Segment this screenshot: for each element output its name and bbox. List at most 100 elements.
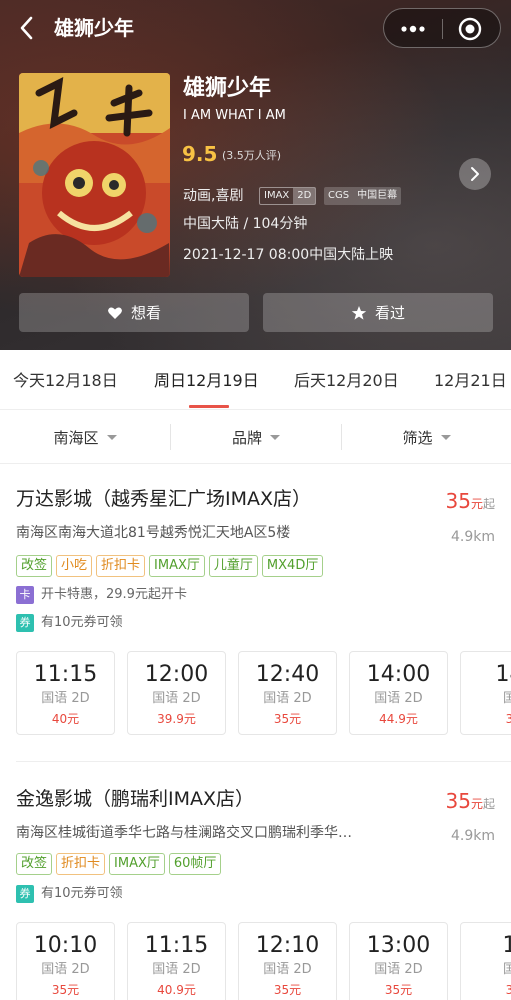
want-to-watch-button[interactable]: 想看 [19, 293, 249, 332]
tab-day-after[interactable]: 后天12月20日 [294, 370, 399, 392]
imax-2d-tag: IMAX 2D [259, 187, 317, 205]
back-button[interactable] [14, 14, 42, 42]
more-filter[interactable]: 筛选 [342, 411, 511, 464]
caret-down-icon [270, 435, 280, 440]
feature-tag: 儿童厅 [208, 555, 258, 577]
cinema-price: 35元起 [446, 788, 495, 814]
show-time: 1 [502, 933, 511, 958]
imax-label: IMAX [264, 190, 290, 201]
feature-tag: 小吃 [56, 555, 93, 577]
date-tabs: 今天12月18日 周日12月19日 后天12月20日 12月21日 [0, 350, 511, 410]
feature-tag: 折扣卡 [96, 555, 146, 577]
more-dots-icon[interactable] [398, 19, 428, 39]
show-lang: 国语 2D [263, 962, 312, 977]
showtime-card[interactable]: 14 国 3 [460, 651, 511, 735]
cinema-card[interactable]: 金逸影城（鹏瑞利IMAX店） 35元起 南海区桂城街道季华七路与桂澜路交叉口鹏瑞… [0, 764, 511, 1000]
show-lang: 国语 2D [152, 691, 201, 706]
showtime-card[interactable]: 11:15 国语 2D 40.9元 [127, 922, 226, 1000]
show-lang: 国 [502, 962, 511, 977]
coupon-promo-text: 有10元券可领 [41, 615, 123, 630]
feature-tag: MX4D厅 [261, 555, 324, 577]
feature-tag: IMAX厅 [149, 555, 205, 577]
seen-label: 看过 [374, 304, 405, 322]
show-lang: 国语 2D [374, 691, 423, 706]
card-badge: 卡 [16, 586, 34, 604]
tab-dec-21[interactable]: 12月21日 [434, 370, 507, 392]
release-date: 2021-12-17 08:00中国大陆上映 [183, 247, 394, 263]
chevron-right-icon [471, 167, 479, 181]
movie-title: 雄狮少年 [183, 76, 272, 101]
feature-tag: 60帧厅 [168, 853, 222, 875]
movie-genre: 动画,喜剧 [183, 188, 244, 204]
tab-today[interactable]: 今天12月18日 [13, 370, 118, 392]
coupon-badge: 券 [16, 885, 34, 903]
region-duration: 中国大陆 / 104分钟 [183, 216, 308, 232]
showtime-card[interactable]: 13:00 国语 2D 35元 [349, 922, 448, 1000]
watched-button[interactable]: 看过 [263, 293, 493, 332]
show-lang: 国语 2D [374, 962, 423, 977]
feature-tags: 改签 小吃 折扣卡 IMAX厅 儿童厅 MX4D厅 [16, 555, 324, 577]
showtime-card[interactable]: 12:00 国语 2D 39.9元 [127, 651, 226, 735]
price-unit: 元 [470, 497, 483, 511]
2d-label: 2D [293, 188, 316, 204]
district-filter[interactable]: 南海区 [0, 411, 170, 464]
show-lang: 国语 2D [263, 691, 312, 706]
feature-tag: 改签 [16, 853, 53, 875]
top-bar: 雄狮少年 [0, 0, 511, 56]
caret-down-icon [440, 435, 451, 440]
showtime-card[interactable]: 12:10 国语 2D 35元 [238, 922, 337, 1000]
show-price: 3 [505, 983, 511, 997]
caret-down-icon [106, 435, 117, 440]
movie-score: 9.5 [182, 142, 218, 166]
card-promo-text: 开卡特惠，29.9元起开卡 [41, 587, 187, 602]
page-title: 雄狮少年 [54, 16, 134, 40]
score-count: (3.5万人评) [222, 149, 282, 162]
show-price: 40.9元 [157, 983, 196, 997]
filter-bar: 南海区 品牌 筛选 [0, 411, 511, 464]
showtime-card[interactable]: 10:10 国语 2D 35元 [16, 922, 115, 1000]
feature-tag: 折扣卡 [56, 853, 106, 875]
coupon-promo: 券有10元券可领 [16, 614, 123, 632]
want-label: 想看 [130, 304, 161, 322]
cgs-giant-screen-label: 中国巨幕 [357, 190, 398, 201]
brand-filter[interactable]: 品牌 [171, 411, 341, 464]
price-suffix: 起 [482, 497, 495, 511]
district-filter-label: 南海区 [53, 429, 99, 447]
show-time: 14 [495, 662, 511, 687]
more-filter-label: 筛选 [402, 429, 433, 447]
showtime-card[interactable]: 14:00 国语 2D 44.9元 [349, 651, 448, 735]
mini-program-capsule [383, 8, 501, 48]
cinema-address: 南海区桂城街道季华七路与桂澜路交叉口鹏瑞利季华… [16, 825, 352, 841]
heart-icon [108, 307, 122, 319]
target-close-icon[interactable] [458, 17, 482, 41]
cinema-address: 南海区南海大道北81号越秀悦汇天地A区5楼 [16, 525, 291, 541]
coupon-promo: 券有10元券可领 [16, 885, 123, 903]
showtime-card[interactable]: 11:15 国语 2D 40元 [16, 651, 115, 735]
show-price: 35元 [384, 983, 413, 997]
show-time: 11:15 [144, 933, 209, 958]
show-time: 12:00 [144, 662, 209, 687]
movie-hero: 雄狮少年 雄狮少年 I AM WHAT I AM 9.5 (3.5万人评) 动画… [0, 0, 511, 350]
show-lang: 国语 2D [152, 962, 201, 977]
show-time: 10:10 [33, 933, 98, 958]
cinema-name: 万达影城（越秀星汇广场IMAX店） [16, 488, 312, 510]
showtime-card[interactable]: 12:40 国语 2D 35元 [238, 651, 337, 735]
showtime-row: 11:15 国语 2D 40元 12:00 国语 2D 39.9元 12:40 国语 2D… [16, 651, 511, 735]
tab-sunday[interactable]: 周日12月19日 [154, 370, 259, 392]
capsule-divider [442, 19, 443, 39]
show-lang: 国语 2D [41, 962, 90, 977]
cinema-name: 金逸影城（鹏瑞利IMAX店） [16, 788, 255, 810]
feature-tag: 改签 [16, 555, 53, 577]
cinema-distance: 4.9km [450, 828, 495, 844]
show-time: 12:10 [255, 933, 320, 958]
feature-tags: 改签 折扣卡 IMAX厅 60帧厅 [16, 853, 222, 875]
cgs-label: CGS [328, 190, 350, 201]
showtime-card[interactable]: 1 国 3 [460, 922, 511, 1000]
show-time: 12:40 [255, 662, 320, 687]
card-divider [16, 761, 511, 762]
movie-poster[interactable] [19, 73, 170, 277]
show-price: 44.9元 [379, 712, 418, 726]
movie-detail-button[interactable] [459, 158, 491, 190]
feature-tag: IMAX厅 [109, 853, 165, 875]
cinema-card[interactable]: 万达影城（越秀星汇广场IMAX店） 35元起 南海区南海大道北81号越秀悦汇天地… [0, 464, 511, 764]
